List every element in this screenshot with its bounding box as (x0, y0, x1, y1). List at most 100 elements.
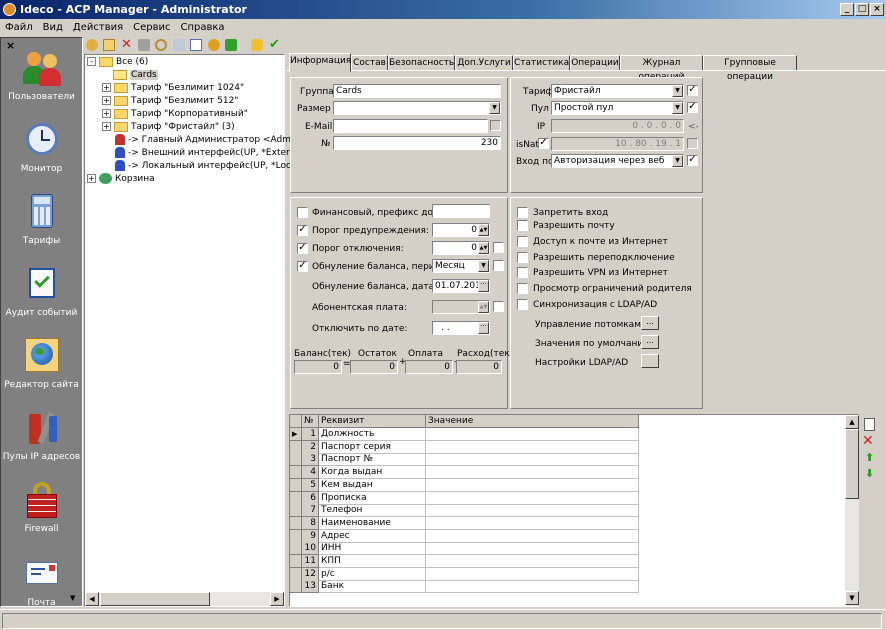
tab-extra-services[interactable]: Доп.Услуги (455, 55, 513, 71)
menu-actions[interactable]: Действия (68, 19, 128, 37)
tree-row-cards[interactable]: Cards (113, 69, 158, 82)
row-indicator[interactable] (290, 504, 302, 518)
maximize-button[interactable]: □ (855, 3, 869, 16)
balance-field[interactable]: 0 (294, 360, 342, 374)
group-tree[interactable]: - Все (6) Cards + Тариф "Безлимит 1024" + Т… (84, 54, 310, 607)
row-indicator[interactable] (290, 567, 302, 581)
table-row-requisite[interactable]: Наименование (319, 516, 426, 530)
email-field[interactable] (333, 119, 488, 133)
group-field[interactable]: Cards (333, 84, 501, 98)
table-row-requisite[interactable]: Банк (319, 580, 426, 594)
reset-extra-checkbox[interactable] (493, 260, 504, 271)
off-field[interactable]: 0 ▲▼ (432, 241, 490, 255)
fee-field[interactable]: ▲▼ (432, 300, 490, 314)
close-window-button[interactable]: × (870, 3, 884, 16)
mail-send-icon[interactable] (190, 39, 202, 51)
deny-login-checkbox[interactable] (517, 207, 528, 218)
print-icon[interactable] (138, 39, 150, 51)
properties-icon[interactable] (173, 39, 185, 51)
tree-row-external[interactable]: -> Внешний интерфейс(UP, *External, (115, 147, 306, 160)
table-row-requisite[interactable]: Паспорт № (319, 453, 426, 467)
table-row-requisite[interactable]: р/с (319, 567, 426, 581)
minimize-button[interactable]: _ (840, 3, 854, 16)
warn-checkbox[interactable]: ✓ (297, 225, 308, 236)
off-extra-checkbox[interactable] (493, 242, 504, 253)
table-header-number[interactable]: № (302, 415, 319, 428)
table-row-requisite[interactable]: Прописка (319, 491, 426, 505)
scroll-up-icon[interactable]: ▲ (845, 415, 859, 429)
table-vscrollbar[interactable]: ▲ ▼ (845, 415, 859, 606)
table-row-requisite[interactable]: Должность (319, 428, 426, 441)
isnat-field[interactable]: 10 . 80 . 19 . 1 (551, 137, 684, 151)
row-indicator[interactable] (290, 542, 302, 556)
ip-field[interactable]: 0 . 0 . 0 . 0 (551, 119, 684, 133)
sidebar-item-audit[interactable]: Аудит событий (1, 266, 82, 318)
prefix-checkbox[interactable] (297, 207, 308, 218)
sidebar-item-site-editor[interactable]: Редактор сайта (1, 338, 82, 390)
pay-field[interactable]: 0 (405, 360, 453, 374)
expand-icon[interactable]: + (102, 83, 111, 92)
tree-row-local[interactable]: -> Локальный интерфейс(UP, *Local, (115, 160, 302, 173)
disable-date-field[interactable]: . . ··· (432, 321, 490, 335)
reconnect-checkbox[interactable] (517, 252, 528, 263)
table-row-value[interactable] (426, 542, 639, 556)
calendar-icon[interactable]: ··· (478, 322, 489, 334)
find-user-icon[interactable] (208, 39, 220, 51)
tree-row-admin[interactable]: -> Главный Администратор <Administ (115, 134, 310, 147)
table-row-requisite[interactable]: Паспорт серия (319, 440, 426, 454)
table-row-requisite[interactable]: Кем выдан (319, 478, 426, 492)
expense-field[interactable]: 0 (456, 360, 502, 374)
table-header-value[interactable]: Значение (426, 415, 639, 428)
expand-icon[interactable]: + (102, 122, 111, 131)
refresh-icon[interactable] (225, 39, 237, 51)
row-indicator[interactable] (290, 491, 302, 505)
fee-checkbox[interactable] (493, 301, 504, 312)
table-row-value[interactable] (426, 580, 639, 594)
expand-icon[interactable]: + (87, 174, 96, 183)
move-up-icon[interactable]: ⬆ (865, 451, 874, 464)
table-row-value[interactable] (426, 428, 639, 441)
allow-mail-checkbox[interactable] (517, 220, 528, 231)
calendar-icon[interactable]: ··· (478, 280, 489, 292)
sidebar-item-ip-pools[interactable]: Пулы IP адресов (1, 410, 82, 462)
row-indicator[interactable] (290, 478, 302, 492)
children-button[interactable]: ... (641, 316, 659, 330)
prefix-field[interactable] (432, 204, 490, 218)
ip-copy-arrow[interactable]: <- (688, 122, 699, 132)
table-row-requisite[interactable]: Телефон (319, 504, 426, 518)
vpn-internet-checkbox[interactable] (517, 267, 528, 278)
key-icon[interactable] (155, 39, 167, 51)
sidebar-scroll-down-icon[interactable]: ▼ (70, 594, 75, 602)
delete-icon[interactable]: ✕ (121, 38, 133, 51)
defaults-button[interactable]: ... (641, 335, 659, 349)
add-user-icon[interactable] (86, 39, 98, 51)
spin-icon[interactable]: ▲▼ (478, 301, 489, 313)
tree-row-tariff-512[interactable]: + Тариф "Безлимит 512" (102, 95, 238, 108)
table-row-value[interactable] (426, 504, 639, 518)
scroll-down-icon[interactable]: ▼ (845, 591, 859, 605)
add-row-icon[interactable] (864, 418, 875, 431)
tree-row-tariff-freestyle[interactable]: + Тариф "Фристайл" (3) (102, 121, 235, 134)
pool-checkbox[interactable]: ✓ (687, 102, 698, 113)
rest-field[interactable]: 0 (350, 360, 398, 374)
tab-operations-log[interactable]: Журнал операций (620, 55, 703, 82)
pool-dropdown[interactable]: Простой пул ▼ (551, 101, 684, 115)
table-row-value[interactable] (426, 466, 639, 480)
chevron-down-icon[interactable]: ▼ (489, 102, 500, 114)
spin-icon[interactable]: ▲▼ (478, 242, 489, 254)
chevron-down-icon[interactable]: ▼ (478, 260, 489, 272)
sidebar-item-users[interactable]: Пользователи (1, 50, 82, 102)
table-row-value[interactable] (426, 478, 639, 492)
lock-icon[interactable] (251, 39, 263, 51)
scroll-thumb[interactable] (845, 429, 859, 499)
collapse-icon[interactable]: - (87, 57, 96, 66)
table-row-value[interactable] (426, 529, 639, 543)
table-row-value[interactable] (426, 491, 639, 505)
tab-group-operations[interactable]: Групповые операции (703, 55, 797, 82)
menu-file[interactable]: Файл (0, 19, 38, 37)
ldap-settings-button[interactable] (641, 354, 659, 368)
row-indicator[interactable] (290, 453, 302, 467)
menu-view[interactable]: Вид (38, 19, 68, 37)
table-row-value[interactable] (426, 567, 639, 581)
reset-checkbox[interactable]: ✓ (297, 261, 308, 272)
